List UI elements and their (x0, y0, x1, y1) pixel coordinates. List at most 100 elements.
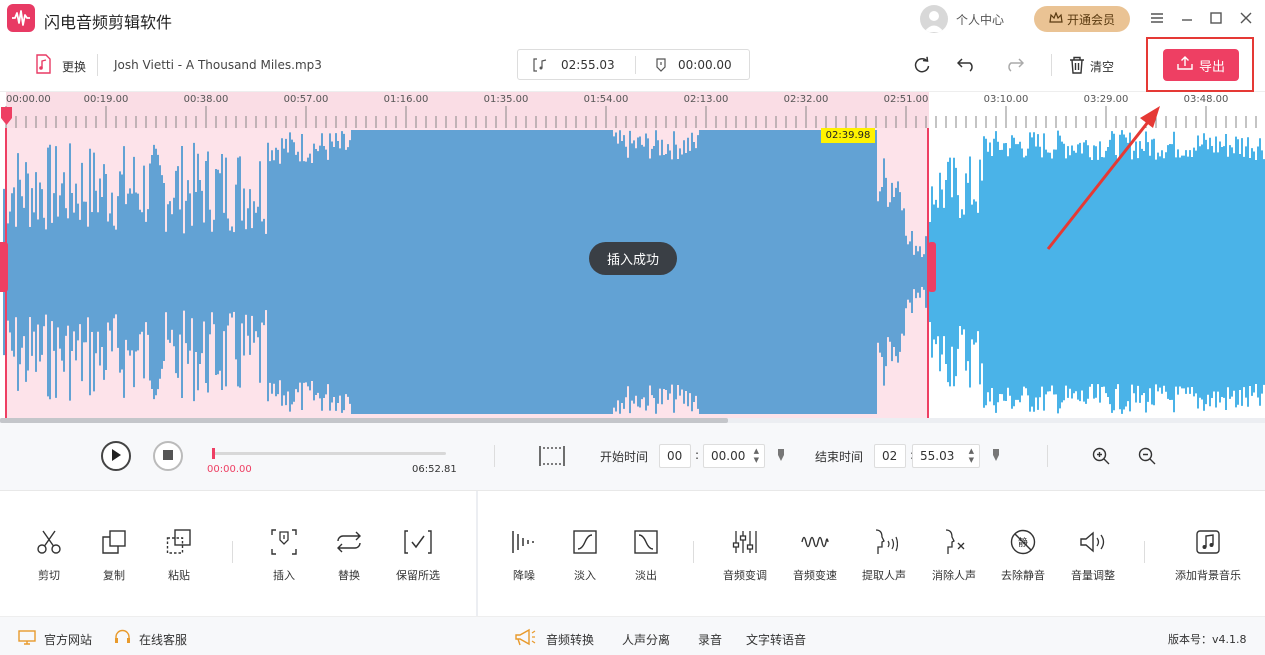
cut-tool[interactable]: 剪切 (16, 491, 82, 616)
tool-label: 消除人声 (932, 569, 976, 582)
user-center-link[interactable]: 个人中心 (956, 11, 1004, 28)
ruler-tick-label: 00:19.00 (83, 94, 129, 105)
time-info-box: 02:55.03 00:00.00 (517, 49, 750, 80)
fade-out-tool[interactable]: 淡出 (613, 491, 679, 616)
redo-icon[interactable] (1004, 56, 1025, 75)
audio-convert-link[interactable]: 音频转换 (546, 631, 594, 648)
playhead-time-tag: 02:39.98 (821, 128, 875, 143)
user-avatar-icon[interactable] (920, 5, 948, 33)
tool-panel: 剪切 复制 粘贴 插入 替换 保留所选 降噪 淡入 淡出 音频变调 音频变速 提… (0, 491, 1265, 616)
selection-range-icon[interactable] (539, 445, 565, 470)
extract-voice-icon (870, 528, 898, 556)
add-bgm-tool[interactable]: 添加背景音乐 (1170, 491, 1246, 616)
start-seconds-value: 00.00 (711, 449, 746, 463)
spinner-arrows-icon[interactable]: ▲ ▼ (969, 447, 974, 465)
selection-end-handle[interactable] (928, 242, 936, 292)
tool-label: 降噪 (513, 569, 535, 582)
end-seconds-input[interactable]: 55.03 ▲ ▼ (912, 444, 980, 468)
cursor-time-value: 00:00.00 (678, 58, 732, 72)
replace-icon (335, 528, 363, 556)
end-time-label: 结束时间 (815, 450, 864, 464)
ruler-tick-label: 02:13.00 (683, 94, 729, 105)
vip-button[interactable]: 开通会员 (1034, 6, 1130, 32)
svg-text:静: 静 (1018, 536, 1028, 549)
ruler-tick-label: 01:54.00 (583, 94, 629, 105)
tool-label: 音量调整 (1071, 569, 1115, 582)
spinner-arrows-icon[interactable]: ▲ ▼ (754, 447, 759, 465)
copy-icon (100, 528, 128, 556)
refresh-icon[interactable] (913, 56, 931, 77)
progress-track[interactable] (212, 448, 446, 459)
scissors-icon (35, 528, 63, 556)
clear-button[interactable]: 清空 (1090, 58, 1114, 75)
remove-silence-icon: 静 (1009, 528, 1037, 556)
insert-tool[interactable]: 插入 (251, 491, 317, 616)
online-support-link[interactable]: 在线客服 (139, 631, 187, 648)
tool-label: 去除静音 (1001, 569, 1045, 582)
export-button[interactable]: 导出 (1163, 49, 1239, 81)
stop-button[interactable] (153, 441, 183, 471)
undo-icon[interactable] (956, 56, 977, 75)
speed-tool[interactable]: 音频变速 (782, 491, 848, 616)
marker-icon (655, 58, 667, 75)
current-time: 00:00.00 (207, 464, 252, 475)
fade-out-icon (632, 528, 660, 556)
pitch-tool[interactable]: 音频变调 (712, 491, 778, 616)
maximize-icon[interactable] (1207, 9, 1225, 27)
playhead-marker[interactable] (0, 106, 14, 126)
pin-icon[interactable] (992, 448, 1000, 465)
tool-label: 替换 (338, 569, 360, 582)
remove-voice-tool[interactable]: 消除人声 (921, 491, 987, 616)
megaphone-icon (514, 628, 536, 649)
export-label: 导出 (1198, 59, 1225, 75)
divider (232, 541, 233, 563)
extract-voice-tool[interactable]: 提取人声 (851, 491, 917, 616)
version-label: 版本号：v4.1.8 (1168, 633, 1247, 646)
play-button[interactable] (101, 441, 131, 471)
record-link[interactable]: 录音 (698, 631, 722, 648)
app-title: 闪电音频剪辑软件 (44, 13, 173, 32)
minimize-icon[interactable] (1178, 9, 1196, 27)
text-to-speech-link[interactable]: 文字转语音 (746, 631, 806, 648)
add-music-icon (1194, 528, 1222, 556)
official-website-link[interactable]: 官方网站 (44, 631, 92, 648)
monitor-icon (18, 630, 36, 648)
replace-file-button[interactable]: 更换 (62, 58, 86, 75)
end-seconds-value: 55.03 (920, 449, 955, 463)
trash-icon[interactable] (1069, 56, 1085, 77)
end-minutes-input[interactable]: 02 (874, 444, 906, 468)
app-logo-icon (7, 4, 35, 32)
timeline-ruler[interactable]: 00:00.00 00:19.00 00:38.00 00:57.00 01:16.00… (0, 92, 1265, 128)
replace-tool[interactable]: 替换 (316, 491, 382, 616)
pin-icon[interactable] (777, 448, 785, 465)
zoom-out-icon[interactable] (1138, 447, 1156, 468)
paste-tool[interactable]: 粘贴 (146, 491, 212, 616)
close-icon[interactable] (1237, 9, 1255, 27)
copy-tool[interactable]: 复制 (81, 491, 147, 616)
start-minutes-input[interactable]: 00 (659, 444, 691, 468)
transport-bar: 00:00.00 06:52.81 开始时间 00 : 00.00 ▲ ▼ 结束时… (0, 423, 1265, 491)
file-toolbar: 更换 Josh Vietti - A Thousand Miles.mp3 02… (0, 38, 1265, 92)
denoise-tool[interactable]: 降噪 (491, 491, 557, 616)
keep-selection-tool[interactable]: 保留所选 (385, 491, 451, 616)
divider (635, 56, 636, 74)
tool-label: 保留所选 (396, 569, 440, 582)
selection-start-handle[interactable] (0, 242, 8, 292)
voice-separation-link[interactable]: 人声分离 (622, 631, 670, 648)
volume-tool[interactable]: 音量调整 (1060, 491, 1126, 616)
vip-label: 开通会员 (1066, 12, 1115, 27)
start-seconds-input[interactable]: 00.00 ▲ ▼ (703, 444, 765, 468)
tool-label: 淡入 (574, 569, 596, 582)
zoom-in-icon[interactable] (1092, 447, 1110, 468)
start-time-label: 开始时间 (600, 450, 649, 464)
menu-icon[interactable] (1148, 9, 1166, 27)
fade-in-tool[interactable]: 淡入 (552, 491, 618, 616)
tool-label: 剪切 (38, 569, 60, 582)
tool-label: 粘贴 (168, 569, 190, 582)
divider (1047, 445, 1048, 467)
remove-silence-tool[interactable]: 静 去除静音 (990, 491, 1056, 616)
divider (494, 445, 495, 467)
divider (97, 54, 98, 76)
ruler-tick-label: 02:32.00 (783, 94, 829, 105)
progress-knob[interactable] (212, 448, 215, 459)
